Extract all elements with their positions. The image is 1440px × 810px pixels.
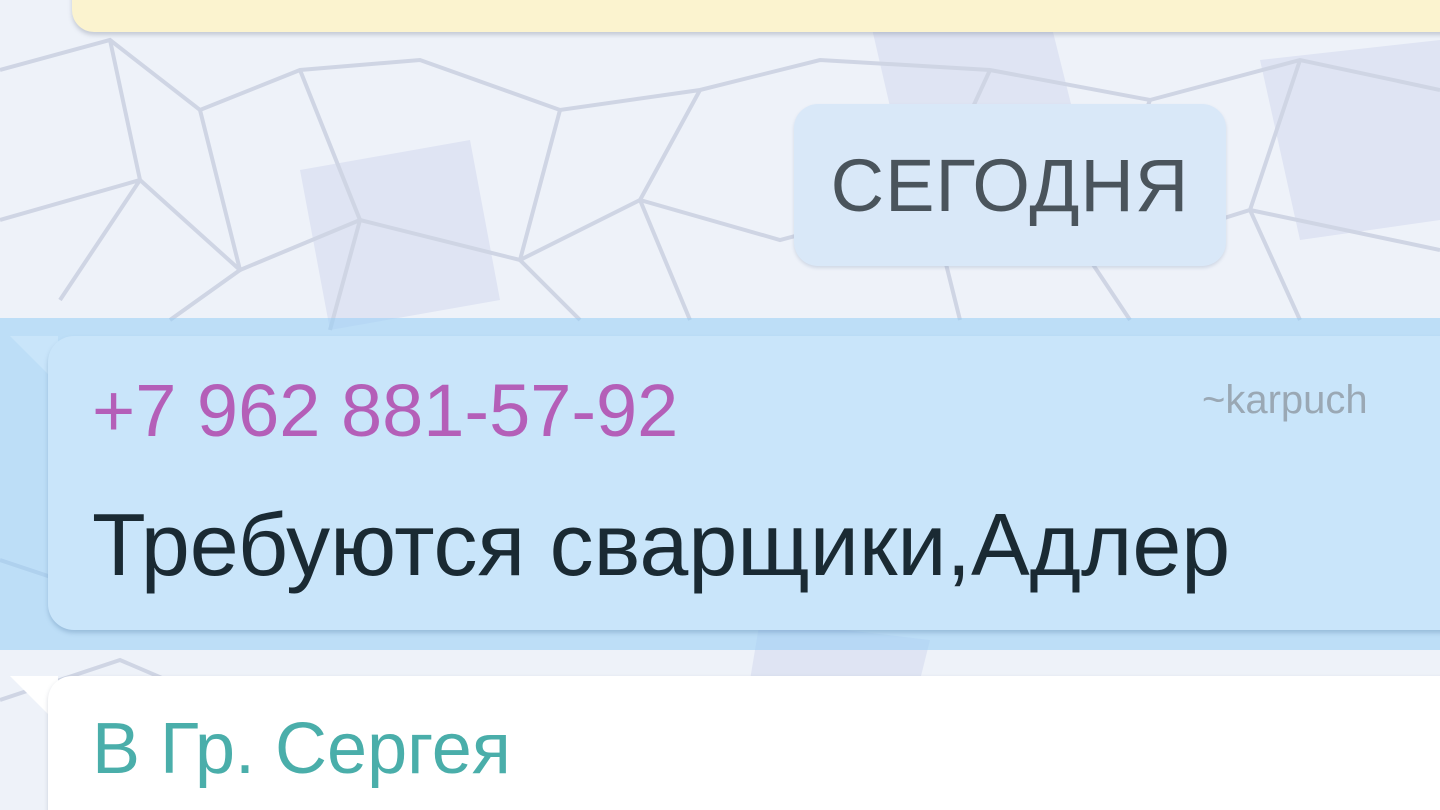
message-sender-handle: ~karpuch [1202,378,1368,422]
date-divider-label: СЕГОДНЯ [830,143,1190,227]
previous-message-bubble[interactable] [72,0,1440,32]
message-sender-name[interactable]: +7 962 881-57-92 [92,368,678,453]
message-sender-name[interactable]: В Гр. Сергея [92,708,511,790]
message-text: Требуются сварщики,Адлер [92,495,1231,594]
date-divider: СЕГОДНЯ [794,104,1226,266]
